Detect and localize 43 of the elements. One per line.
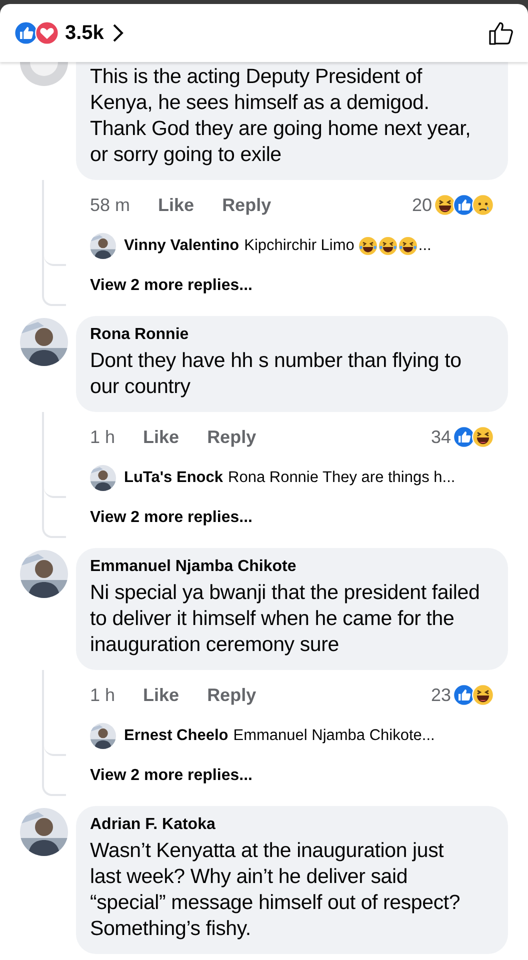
comment-text: Wasn’t Kenyatta at the inauguration just last week? Why ain’t he deliver said “special” message himself out of respect? Something’s fishy. bbox=[90, 838, 462, 942]
like-button[interactable]: Like bbox=[143, 426, 180, 448]
crying-emoji-icon bbox=[472, 194, 494, 216]
laughing-emoji-icon bbox=[398, 236, 418, 256]
comment-time: 58 m bbox=[90, 194, 130, 216]
view-more-replies-link[interactable]: View 2 more replies... bbox=[90, 509, 252, 527]
comment-text: Ni special ya bwanji that the president failed to deliver it himself when he came for the inauguration ceremony sure bbox=[90, 580, 481, 658]
like-button[interactable]: Like bbox=[158, 194, 194, 216]
reply-author[interactable]: LuTa's Enock bbox=[124, 469, 224, 487]
reply-button[interactable]: Reply bbox=[207, 426, 256, 448]
laughing-emoji-icon bbox=[472, 684, 494, 706]
like-icon bbox=[453, 426, 475, 448]
reply-author[interactable]: Ernest Cheelo bbox=[124, 727, 228, 745]
comment-text: This is the acting Deputy President of Kenya, he sees himself as a demigod. Thank God they are going home next year, or sorry going to exile bbox=[90, 64, 472, 168]
reaction-count[interactable]: 20 bbox=[412, 194, 432, 216]
reaction-count[interactable]: 3.5k bbox=[65, 22, 104, 44]
like-icon bbox=[453, 194, 475, 216]
laughing-emoji-icon bbox=[358, 236, 378, 256]
reply-author[interactable]: Vinny Valentino bbox=[124, 237, 240, 255]
reply-button[interactable]: Reply bbox=[207, 684, 256, 706]
laughing-emoji-icon bbox=[472, 426, 494, 448]
reply-text: Kipchirchir Limo bbox=[244, 237, 354, 255]
comment-author[interactable]: Adrian F. Katoka bbox=[90, 816, 494, 834]
comment-time: 1 h bbox=[90, 426, 116, 448]
comment-author[interactable]: Rona Ronnie bbox=[90, 326, 494, 344]
reaction-count[interactable]: 34 bbox=[430, 426, 451, 448]
reply-button[interactable]: Reply bbox=[222, 194, 272, 216]
comment-time: 1 h bbox=[90, 684, 116, 706]
view-more-replies-link[interactable]: View 2 more replies... bbox=[90, 767, 252, 785]
like-button[interactable]: Like bbox=[143, 684, 180, 706]
reaction-count[interactable]: 23 bbox=[430, 684, 451, 706]
comment-text: Dont they have hh s number than flying to our country bbox=[90, 348, 462, 400]
like-icon bbox=[453, 684, 475, 706]
like-icon bbox=[14, 21, 38, 45]
comment-author[interactable]: Emmanuel Njamba Chikote bbox=[90, 558, 494, 576]
ellipsis: ... bbox=[418, 237, 432, 255]
reply-text: Rona Ronnie They are things h... bbox=[228, 469, 456, 487]
chevron-icon[interactable] bbox=[112, 23, 124, 43]
laughing-emoji-icon bbox=[434, 194, 456, 216]
laughing-emoji-icon bbox=[378, 236, 398, 256]
reply-text: Emmanuel Njamba Chikote... bbox=[233, 727, 435, 745]
like-icon[interactable] bbox=[488, 20, 514, 46]
view-more-replies-link[interactable]: View 2 more replies... bbox=[90, 277, 252, 295]
